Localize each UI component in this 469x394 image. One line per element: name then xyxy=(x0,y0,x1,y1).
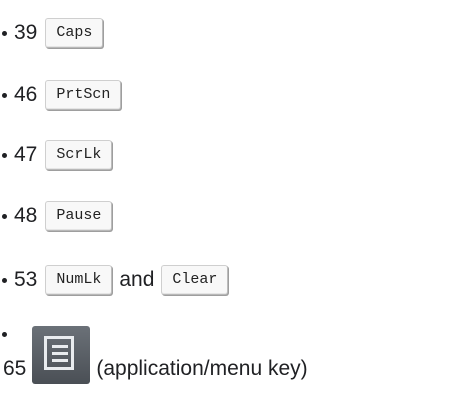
list-item: 39 Caps xyxy=(0,13,104,53)
key-number: 48 xyxy=(14,204,38,227)
key-label: PrtScn xyxy=(45,80,122,110)
key-number: 39 xyxy=(14,21,38,44)
list-item: 65 (application/menu key) xyxy=(0,310,469,394)
bullet xyxy=(2,30,7,36)
bullet xyxy=(2,213,7,219)
key-number: 46 xyxy=(14,83,38,106)
key-number: 53 xyxy=(14,268,38,291)
bullet xyxy=(2,152,7,158)
connector-text: and xyxy=(119,268,155,291)
key-number: 47 xyxy=(14,143,38,166)
key-label: Clear xyxy=(161,265,229,295)
key-description: (application/menu key) xyxy=(96,357,308,380)
list-item: 53 NumLk and Clear xyxy=(0,260,229,300)
list-item: 48 Pause xyxy=(0,196,113,236)
bullet xyxy=(2,92,7,98)
list-item: 46 PrtScn xyxy=(0,75,122,115)
menu-key-icon xyxy=(32,326,91,384)
list-item: 47 ScrLk xyxy=(0,135,113,175)
key-label: Pause xyxy=(45,201,113,231)
key-label: ScrLk xyxy=(45,140,113,170)
bullet xyxy=(2,277,7,283)
key-label: NumLk xyxy=(45,265,113,295)
key-number: 65 xyxy=(3,357,27,380)
key-label: Caps xyxy=(45,18,104,48)
